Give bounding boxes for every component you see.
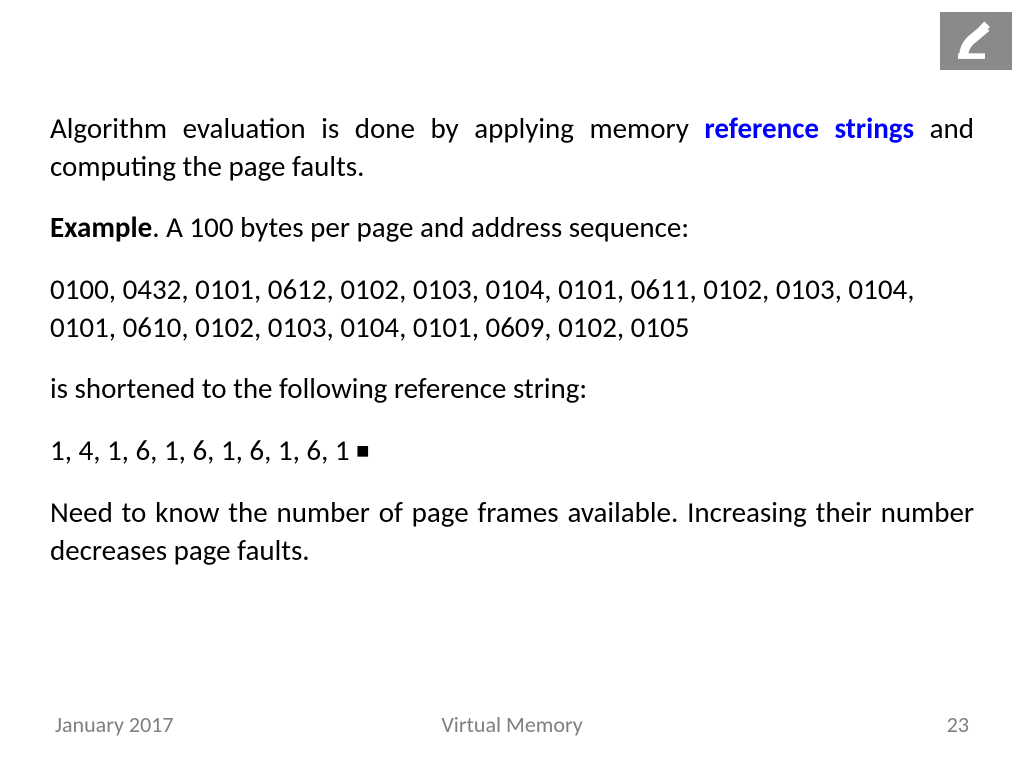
end-square-icon: ■	[356, 437, 369, 464]
keyword-reference-strings: reference strings	[704, 110, 914, 146]
paragraph-ref-string: 1, 4, 1, 6, 1, 6, 1, 6, 1, 6, 1 ■	[50, 432, 974, 470]
footer-date: January 2017	[55, 711, 174, 738]
label-example: Example	[50, 209, 152, 245]
paragraph-shortened: is shortened to the following reference …	[50, 370, 974, 408]
slide-footer: January 2017 Virtual Memory 23	[0, 711, 1024, 738]
paragraph-example: Example. A 100 bytes per page and addres…	[50, 209, 974, 247]
paragraph-address-sequence: 0100, 0432, 0101, 0612, 0102, 0103, 0104…	[50, 271, 974, 346]
text: Algorithm evaluation is done by applying…	[50, 110, 704, 146]
text: . A 100 bytes per page and address seque…	[152, 209, 689, 245]
slide-content: Algorithm evaluation is done by applying…	[50, 110, 974, 593]
paragraph-frames: Need to know the number of page frames a…	[50, 494, 974, 569]
text: 1, 4, 1, 6, 1, 6, 1, 6, 1, 6, 1	[50, 432, 356, 468]
footer-page-number: 23	[947, 711, 969, 738]
institution-logo	[940, 12, 1012, 70]
paragraph-intro: Algorithm evaluation is done by applying…	[50, 110, 974, 185]
footer-title: Virtual Memory	[441, 711, 582, 738]
logo-glyph-icon	[948, 18, 1004, 64]
